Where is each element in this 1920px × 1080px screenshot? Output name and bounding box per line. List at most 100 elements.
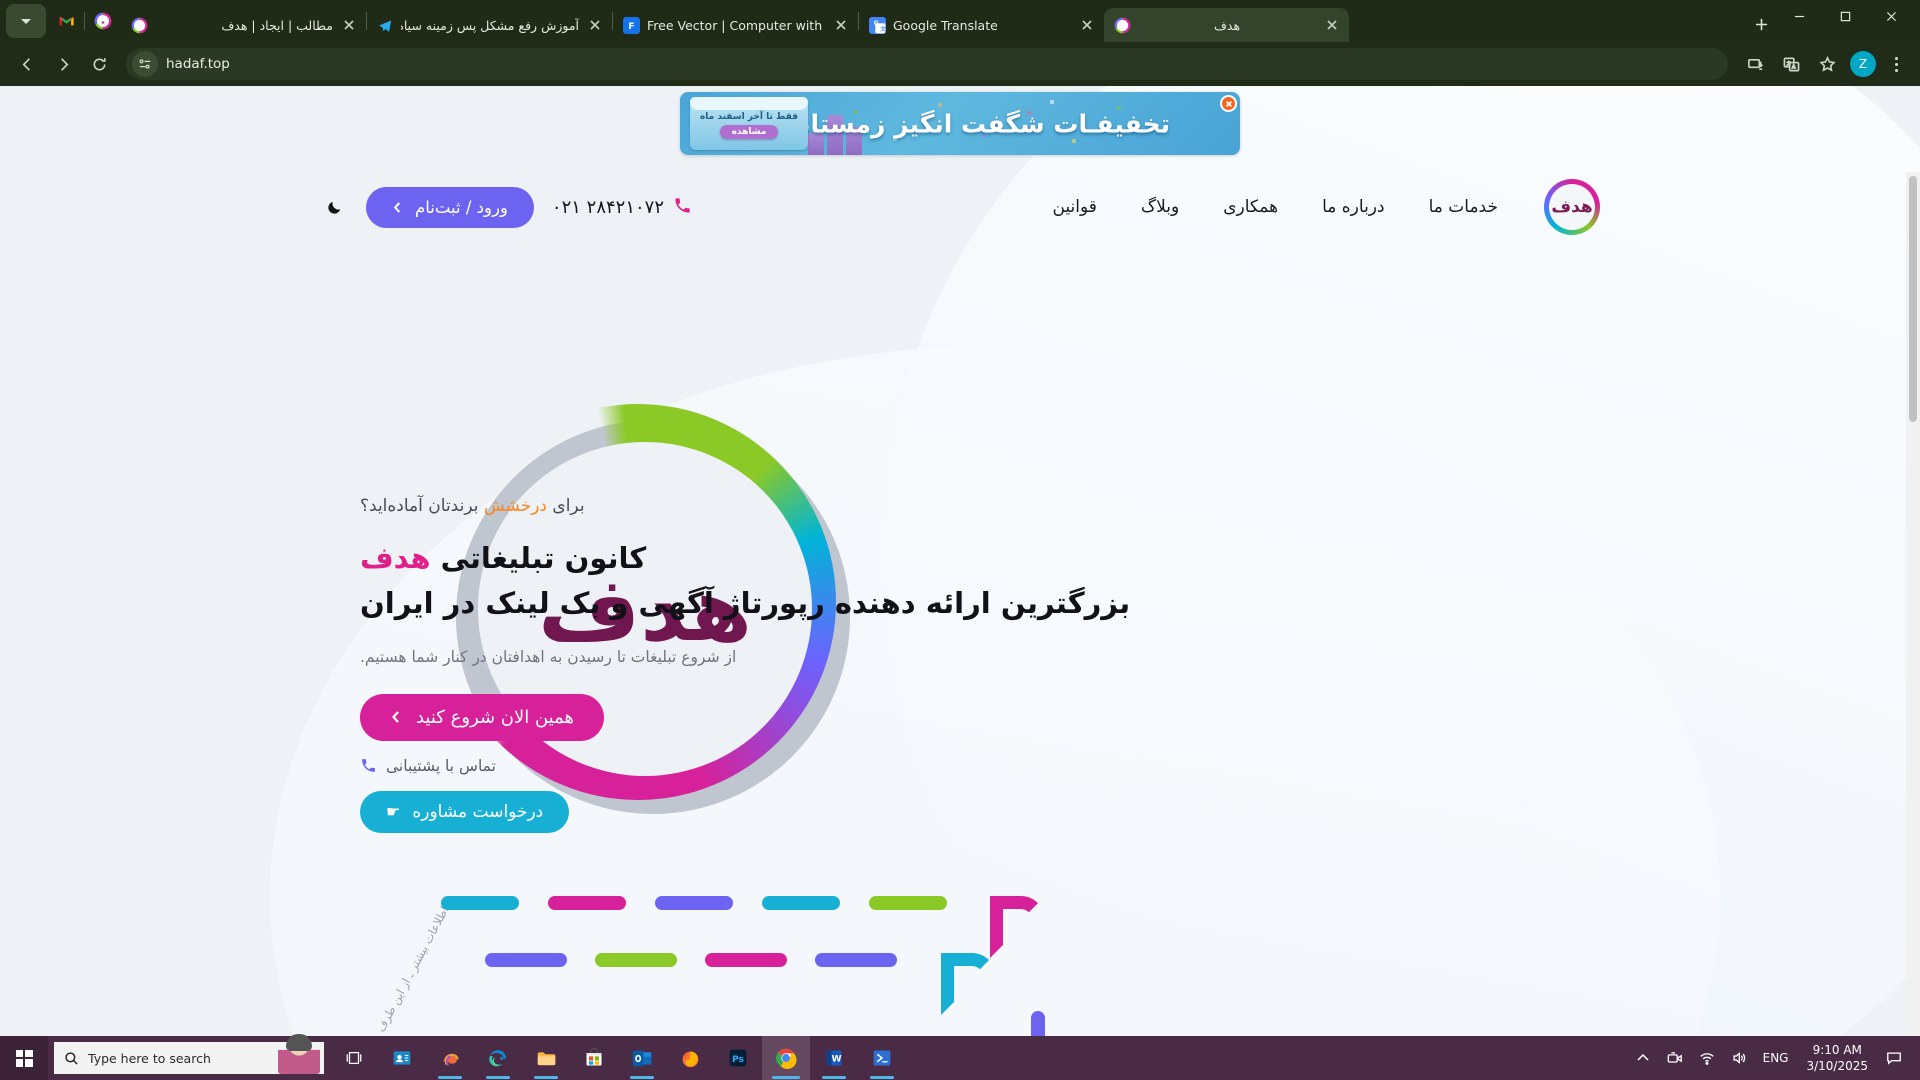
- page-title: کانون تبلیغاتی هدف بزرگترین ارائه دهنده …: [360, 536, 1240, 626]
- close-icon[interactable]: [340, 16, 358, 34]
- login-register-button[interactable]: ورود / ثبت‌نام: [366, 186, 534, 228]
- word-icon[interactable]: W: [810, 1036, 858, 1080]
- nav-item-rules[interactable]: قوانین: [1052, 197, 1096, 217]
- tab-search-button[interactable]: [6, 4, 46, 38]
- taskbar-search[interactable]: Type here to search: [54, 1032, 324, 1074]
- microsoft-store-icon[interactable]: [570, 1036, 618, 1080]
- ad-view-button[interactable]: مشاهده: [719, 125, 779, 139]
- close-icon[interactable]: [1078, 16, 1096, 34]
- powershell-icon[interactable]: [858, 1036, 906, 1080]
- clock-time: 9:10 AM: [1812, 1042, 1862, 1057]
- profile-avatar[interactable]: Z: [1850, 51, 1876, 77]
- back-button[interactable]: [10, 47, 44, 81]
- task-view-icon[interactable]: [330, 1036, 378, 1080]
- start-button[interactable]: [0, 1036, 48, 1080]
- nav-item-services[interactable]: خدمات ما: [1429, 197, 1498, 217]
- chevron-left-icon: [393, 201, 401, 213]
- search-assistant-avatar: [278, 1032, 320, 1074]
- google-translate-icon: G文: [869, 16, 886, 34]
- svg-text:ه: ه: [101, 20, 104, 26]
- browser-tab[interactable]: G文 Google Translate: [859, 8, 1104, 42]
- new-tab-button[interactable]: [1746, 9, 1776, 39]
- header-phone[interactable]: ۰۲۱ ۲۸۴۲۱۰۷۲: [552, 196, 692, 219]
- clock[interactable]: 9:10 AM 3/10/2025: [1796, 1042, 1878, 1074]
- start-now-label: همین الان شروع کنید: [416, 706, 575, 728]
- browser-menu-button[interactable]: [1882, 49, 1910, 79]
- outlook-icon[interactable]: [618, 1036, 666, 1080]
- show-hidden-icons-button[interactable]: [1627, 1036, 1659, 1080]
- copilot-icon[interactable]: [426, 1036, 474, 1080]
- hero-kicker: برای درخشش برندتان آماده‌اید؟: [360, 496, 1240, 516]
- install-app-icon[interactable]: [1738, 47, 1772, 81]
- browser-tab[interactable]: آموزش رفع مشکل پس زمینه سیاه: [367, 8, 612, 42]
- dark-mode-toggle[interactable]: [320, 193, 348, 221]
- close-window-button[interactable]: [1868, 0, 1914, 32]
- svg-text:G: G: [874, 18, 879, 26]
- url-text: hadaf.top: [166, 56, 230, 72]
- svg-text:Ps: Ps: [732, 1054, 745, 1065]
- hero-title-line-2: بزرگترین ارائه دهنده رپورتاژ آگهی و بک ل…: [360, 585, 1131, 620]
- contacts-icon[interactable]: [378, 1036, 426, 1080]
- meet-now-icon[interactable]: [1659, 1036, 1691, 1080]
- deco-dash: [655, 896, 733, 910]
- deco-elbow-pink: [990, 896, 1045, 958]
- gmail-icon[interactable]: [48, 6, 84, 36]
- ad-cta-card[interactable]: فقط تا آخر اسفند ماه مشاهده: [690, 97, 808, 150]
- tab-title: Google Translate: [893, 17, 998, 33]
- browser-tab[interactable]: F Free Vector | Computer with arm: [613, 8, 858, 42]
- ad-banner[interactable]: تخفیفـات شگفت انگیز زمستانـی فقط تا آخر …: [680, 92, 1240, 155]
- telegram-icon: [377, 17, 394, 34]
- close-icon[interactable]: [832, 16, 850, 34]
- address-bar[interactable]: hadaf.top: [126, 48, 1728, 80]
- decorative-dash-graphic: اطلاعات بیشتر ـ از این طرف: [345, 896, 1045, 1036]
- chevron-left-icon: [392, 711, 399, 724]
- forward-button[interactable]: [46, 47, 80, 81]
- network-icon[interactable]: [1691, 1036, 1723, 1080]
- browser-tab[interactable]: مطالب | ایجاد | هدف: [121, 8, 366, 42]
- hero-cta-group: همین الان شروع کنید تماس با پشتیبانی درخ…: [360, 693, 1240, 833]
- hadaf-icon[interactable]: ه: [85, 6, 121, 36]
- pointing-hand-icon: ☛: [386, 802, 401, 822]
- freepik-icon: F: [623, 16, 640, 34]
- phone-icon: [673, 196, 692, 219]
- volume-icon[interactable]: [1723, 1036, 1755, 1080]
- deco-dash-vertical: [1031, 1011, 1045, 1036]
- start-now-button[interactable]: همین الان شروع کنید: [360, 693, 605, 741]
- file-explorer-icon[interactable]: [522, 1036, 570, 1080]
- site-logo[interactable]: هدف: [1544, 179, 1600, 235]
- taskbar-app-icons: Ps W: [330, 1036, 906, 1080]
- bookmark-star-icon[interactable]: [1810, 47, 1844, 81]
- moon-icon: [327, 201, 340, 214]
- tab-list: مطالب | ایجاد | هدف آموزش رفع مشکل پس زم…: [121, 8, 1740, 42]
- ad-close-button[interactable]: [1220, 95, 1237, 112]
- phone-number: ۰۲۱ ۲۸۴۲۱۰۷۲: [551, 196, 664, 218]
- ad-headline: تخفیفـات شگفت انگیز زمستانـی: [767, 109, 1170, 138]
- browser-tab-active[interactable]: هدف: [1104, 8, 1349, 42]
- photoshop-icon[interactable]: Ps: [714, 1036, 762, 1080]
- maximize-button[interactable]: [1822, 0, 1868, 32]
- browser-toolbar: hadaf.top Z: [0, 42, 1920, 86]
- nav-item-cooperation[interactable]: همکاری: [1223, 197, 1278, 217]
- chrome-icon[interactable]: [762, 1036, 810, 1080]
- page-scrollbar[interactable]: [1906, 172, 1920, 1036]
- request-consultation-button[interactable]: درخواست مشاوره ☛: [360, 790, 570, 833]
- tab-title: آموزش رفع مشکل پس زمینه سیاه: [401, 17, 579, 33]
- hero-kicker-highlight: درخشش: [483, 496, 547, 516]
- firefox-icon[interactable]: [666, 1036, 714, 1080]
- nav-item-blog[interactable]: وبلاگ: [1141, 197, 1179, 217]
- close-icon[interactable]: [586, 16, 604, 34]
- nav-item-about[interactable]: درباره ما: [1322, 197, 1385, 217]
- window-controls: [1776, 0, 1914, 42]
- svg-text:F: F: [628, 21, 634, 32]
- minimize-button[interactable]: [1776, 0, 1822, 32]
- site-settings-icon[interactable]: [132, 51, 158, 77]
- language-indicator[interactable]: ENG: [1755, 1051, 1797, 1065]
- edge-icon[interactable]: [474, 1036, 522, 1080]
- notifications-icon[interactable]: [1878, 1036, 1914, 1080]
- deco-dash: [762, 896, 840, 910]
- translate-icon[interactable]: [1774, 47, 1808, 81]
- scrollbar-thumb[interactable]: [1909, 176, 1917, 422]
- reload-button[interactable]: [82, 47, 116, 81]
- support-contact-link[interactable]: تماس با پشتیبانی: [360, 757, 496, 775]
- close-icon[interactable]: [1323, 16, 1341, 34]
